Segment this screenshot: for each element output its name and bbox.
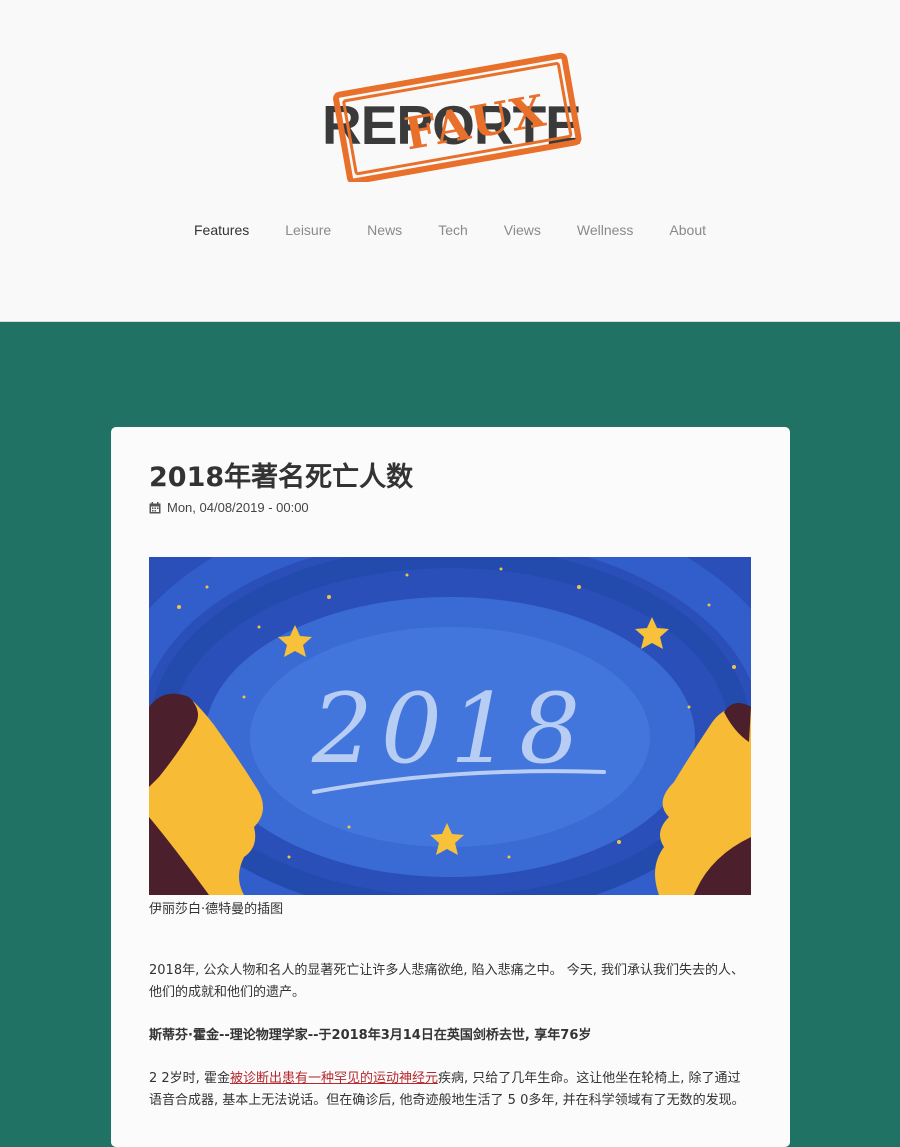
nav-item-news[interactable]: News	[349, 222, 420, 238]
hero-year-text: 2018	[311, 673, 588, 785]
site-header: REPORTER FAUX Features Leisure News Tech…	[0, 0, 900, 322]
article-date-row: Mon, 04/08/2019 - 00:00	[149, 500, 309, 515]
image-caption: 伊丽莎白·德特曼的插图	[149, 902, 284, 917]
article-paragraph-intro: 2018年, 公众人物和名人的显著死亡让许多人悲痛欲绝, 陷入悲痛之中。 今天,…	[149, 963, 745, 1000]
article-date: Mon, 04/08/2019 - 00:00	[167, 500, 309, 515]
article-paragraph-hawking-heading: 斯蒂芬·霍金--理论物理学家--于2018年3月14日在英国剑桥去世, 享年76…	[149, 1028, 592, 1043]
nav-item-features[interactable]: Features	[176, 222, 267, 238]
diagnosis-link[interactable]: 被诊断出患有一种罕见的运动神经元	[230, 1071, 438, 1086]
main-nav: Features Leisure News Tech Views Wellnes…	[0, 222, 900, 238]
nav-item-about[interactable]: About	[651, 222, 724, 238]
faux-reporter-logo[interactable]: REPORTER FAUX	[320, 36, 582, 182]
article-title: 2018年著名死亡人数	[149, 462, 414, 493]
article-paragraph-hawking: 2 2岁时, 霍金被诊断出患有一种罕见的运动神经元疾病, 只给了几年生命。这让他…	[149, 1068, 749, 1112]
article-hero-illustration: 2018	[149, 557, 751, 895]
calendar-icon	[149, 501, 161, 513]
nav-item-tech[interactable]: Tech	[420, 222, 486, 238]
nav-item-wellness[interactable]: Wellness	[559, 222, 652, 238]
nav-item-views[interactable]: Views	[486, 222, 559, 238]
nav-item-leisure[interactable]: Leisure	[267, 222, 349, 238]
paragraph-text: 2 2岁时, 霍金	[149, 1071, 230, 1086]
article-card: 2018年著名死亡人数 Mon, 04/08/2019 - 00:00 2018…	[111, 427, 790, 1147]
